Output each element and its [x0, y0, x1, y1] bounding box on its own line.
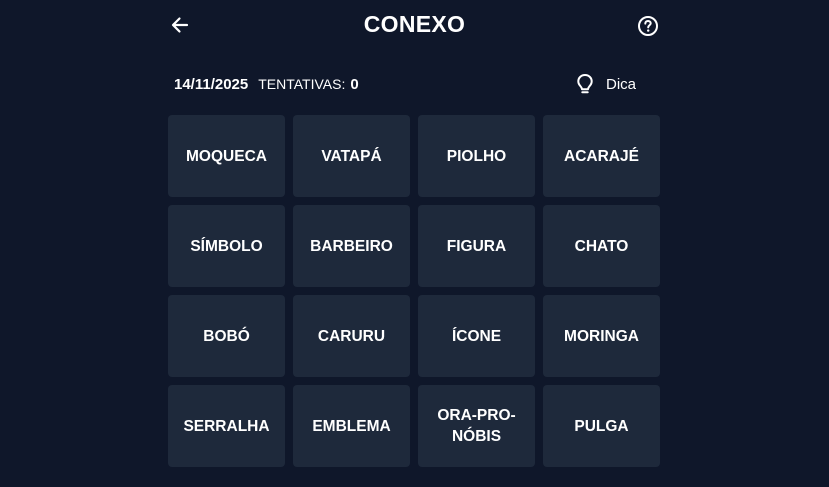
- word-tile[interactable]: BOBÓ: [168, 295, 285, 377]
- word-tile[interactable]: ÍCONE: [418, 295, 535, 377]
- word-tile[interactable]: BARBEIRO: [293, 205, 410, 287]
- word-tile[interactable]: SÍMBOLO: [168, 205, 285, 287]
- word-tile[interactable]: FIGURA: [418, 205, 535, 287]
- word-tile[interactable]: EMBLEMA: [293, 385, 410, 467]
- word-tile[interactable]: CHATO: [543, 205, 660, 287]
- help-button[interactable]: [636, 14, 660, 38]
- attempts-count: 0: [350, 75, 359, 93]
- word-tile[interactable]: MORINGA: [543, 295, 660, 377]
- page-title: CONEXO: [363, 11, 466, 37]
- word-tile[interactable]: VATAPÁ: [293, 115, 410, 197]
- word-tile[interactable]: ORA-PRO-NÓBIS: [418, 385, 535, 467]
- word-tile[interactable]: PULGA: [543, 385, 660, 467]
- attempts-label: TENTATIVAS:: [258, 76, 346, 92]
- word-tile[interactable]: MOQUECA: [168, 115, 285, 197]
- word-tile[interactable]: CARURU: [293, 295, 410, 377]
- lightbulb-icon: [577, 74, 593, 94]
- word-grid: MOQUECA VATAPÁ PIOLHO ACARAJÉ SÍMBOLO BA…: [168, 115, 660, 467]
- word-tile[interactable]: PIOLHO: [418, 115, 535, 197]
- hint-label: Dica: [606, 75, 637, 93]
- help-circle-icon: [638, 16, 658, 36]
- word-tile[interactable]: ACARAJÉ: [543, 115, 660, 197]
- hint-button[interactable]: Dica: [576, 72, 636, 96]
- word-tile[interactable]: SERRALHA: [168, 385, 285, 467]
- header: CONEXO: [0, 0, 829, 52]
- game-date: 14/11/2025: [174, 75, 249, 93]
